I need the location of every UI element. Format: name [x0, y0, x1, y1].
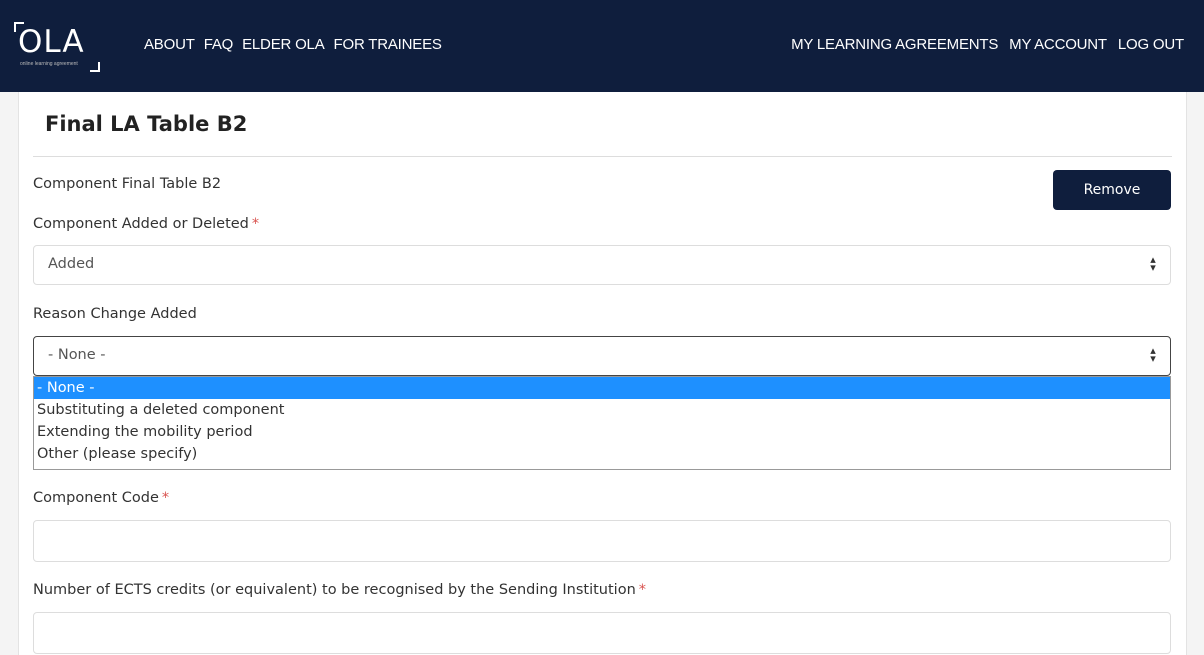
nav-link-my-learning-agreements[interactable]: MY LEARNING AGREEMENTS [791, 36, 998, 53]
added-deleted-select[interactable]: Added ▴ ▾ [33, 245, 1171, 285]
nav-link-faq[interactable]: FAQ [204, 36, 234, 53]
nav-right: MY LEARNING AGREEMENTS MY ACCOUNT LOG OU… [791, 36, 1184, 53]
nav-link-log-out[interactable]: LOG OUT [1118, 36, 1184, 53]
required-marker: * [161, 490, 170, 506]
component-code-label: Component Code * [33, 490, 170, 506]
reason-option-extending[interactable]: Extending the mobility period [34, 421, 1170, 443]
required-marker: * [251, 216, 260, 232]
component-code-input[interactable] [33, 520, 1171, 562]
reason-option-substituting[interactable]: Substituting a deleted component [34, 399, 1170, 421]
component-label: Component Final Table B2 [33, 176, 222, 192]
logo-text: OLA [18, 24, 85, 60]
reason-option-other[interactable]: Other (please specify) [34, 443, 1170, 465]
page-title: Final LA Table B2 [45, 112, 248, 136]
content-panel: Final LA Table B2 Component Final Table … [18, 92, 1187, 655]
added-deleted-label: Component Added or Deleted * [33, 216, 260, 232]
ola-logo[interactable]: OLA online learning agreement [14, 22, 100, 72]
logo-subtext: online learning agreement [20, 61, 78, 67]
reason-dropdown-list: - None - Substituting a deleted componen… [33, 376, 1171, 470]
remove-button[interactable]: Remove [1053, 170, 1171, 210]
up-down-arrows-icon: ▴ ▾ [1150, 254, 1156, 274]
reason-option-none[interactable]: - None - [34, 377, 1170, 399]
ects-label: Number of ECTS credits (or equivalent) t… [33, 582, 647, 598]
reason-select[interactable]: - None - ▴ ▾ [33, 336, 1171, 376]
nav-link-about[interactable]: ABOUT [144, 36, 195, 53]
top-navbar: OLA online learning agreement ABOUT FAQ … [0, 0, 1204, 92]
ects-credits-input[interactable] [33, 612, 1171, 654]
required-marker: * [638, 582, 647, 598]
nav-link-for-trainees[interactable]: FOR TRAINEES [334, 36, 442, 53]
reason-label: Reason Change Added [33, 306, 197, 322]
added-deleted-select-value: Added [48, 256, 95, 272]
logo-corner-icon [90, 62, 100, 72]
nav-link-my-account[interactable]: MY ACCOUNT [1009, 36, 1107, 53]
up-down-arrows-icon: ▴ ▾ [1150, 345, 1156, 365]
divider [33, 156, 1172, 157]
reason-select-value: - None - [48, 347, 106, 363]
nav-left: ABOUT FAQ ELDER OLA FOR TRAINEES [144, 36, 442, 53]
nav-link-elder-ola[interactable]: ELDER OLA [242, 36, 325, 53]
